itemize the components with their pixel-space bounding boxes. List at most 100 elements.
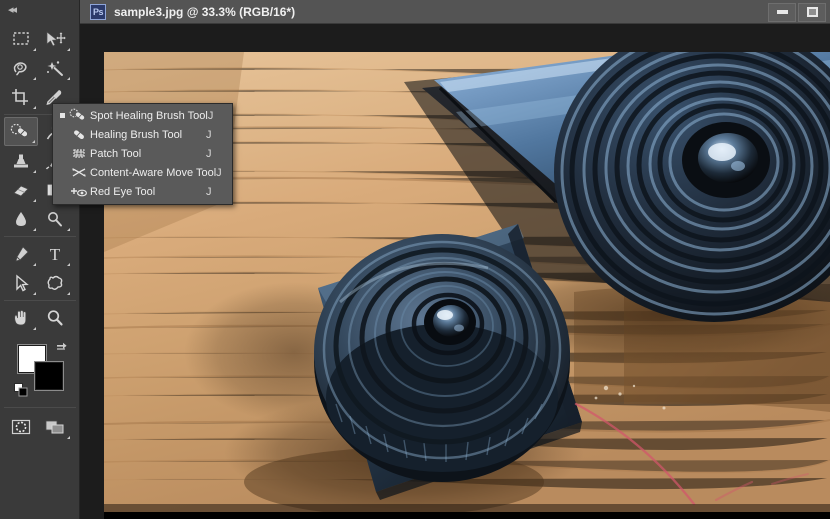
menu-item-shortcut: J xyxy=(216,166,222,179)
tool-group-selection xyxy=(4,22,76,115)
menu-item-patch-tool[interactable]: Patch Tool J xyxy=(53,144,232,163)
flyout-triangle-icon xyxy=(67,263,70,266)
move-tool[interactable] xyxy=(38,24,72,53)
tool-buttons-column: T xyxy=(4,22,76,441)
photoshop-window: Ps sample3.jpg @ 33.3% (RGB/16*) ◂◂ T Sp… xyxy=(0,0,830,519)
menu-item-shortcut: J xyxy=(206,185,212,198)
minimize-icon xyxy=(776,10,788,14)
background-color-swatch[interactable] xyxy=(35,362,63,390)
spot-healing-brush-tool[interactable] xyxy=(4,117,38,146)
tool-row xyxy=(4,303,76,332)
move-icon xyxy=(46,30,66,46)
crop-icon xyxy=(12,88,28,105)
healing-tools-flyout[interactable]: Spot Healing Brush Tool J Healing Brush … xyxy=(52,103,233,205)
window-controls xyxy=(766,2,826,22)
type-t-icon: T xyxy=(50,245,61,263)
hand-tool[interactable] xyxy=(4,303,38,332)
screen-mode-button[interactable] xyxy=(38,412,72,441)
type-tool[interactable]: T xyxy=(38,239,72,268)
flyout-triangle-icon xyxy=(33,327,36,330)
flyout-triangle-icon xyxy=(67,48,70,51)
selected-marker xyxy=(57,106,68,125)
lasso-tool[interactable] xyxy=(4,53,38,82)
pen-icon xyxy=(15,245,29,261)
flyout-triangle-icon xyxy=(67,228,70,231)
zoom-tool[interactable] xyxy=(38,303,72,332)
menu-item-label: Content-Aware Move Tool xyxy=(90,166,217,179)
waterdrop-icon xyxy=(16,211,26,226)
quick-selection-tool[interactable] xyxy=(38,53,72,82)
tool-group-vector: T xyxy=(4,237,76,301)
flyout-triangle-icon xyxy=(67,436,70,439)
menu-item-healing-brush-tool[interactable]: Healing Brush Tool J xyxy=(53,125,232,144)
tool-group-navigation xyxy=(4,301,76,335)
menu-item-label: Patch Tool xyxy=(90,147,142,160)
menu-item-spot-healing-brush-tool[interactable]: Spot Healing Brush Tool J xyxy=(53,106,232,125)
restore-button[interactable] xyxy=(798,2,826,22)
tool-row xyxy=(4,268,76,297)
flyout-triangle-icon xyxy=(33,228,36,231)
menu-item-shortcut: J xyxy=(207,109,214,122)
healing-brush-icon xyxy=(68,125,90,144)
lasso-icon xyxy=(13,61,27,76)
path-arrow-icon xyxy=(16,273,29,291)
flyout-triangle-icon xyxy=(67,77,70,80)
spot-healing-brush-icon xyxy=(68,106,90,125)
restore-icon xyxy=(806,7,818,17)
patch-icon xyxy=(68,144,90,163)
marquee-icon xyxy=(13,31,29,45)
clone-stamp-tool[interactable] xyxy=(4,146,38,175)
red-eye-icon xyxy=(68,182,90,201)
crop-tool[interactable] xyxy=(4,82,38,111)
mode-buttons xyxy=(4,407,76,441)
flyout-triangle-icon xyxy=(67,292,70,295)
custom-shape-tool[interactable] xyxy=(38,268,72,297)
pen-tool[interactable] xyxy=(4,239,38,268)
hand-icon xyxy=(14,309,27,325)
eraser-icon xyxy=(13,185,29,196)
flyout-triangle-icon xyxy=(33,170,36,173)
dodge-tool[interactable] xyxy=(38,204,72,233)
menu-item-label: Spot Healing Brush Tool xyxy=(90,109,208,122)
collapse-panel-icon[interactable]: ◂◂ xyxy=(8,5,17,16)
document-title-bar[interactable]: Ps sample3.jpg @ 33.3% (RGB/16*) xyxy=(80,0,830,24)
clone-stamp-icon xyxy=(14,154,28,167)
selected-marker-placeholder xyxy=(57,182,68,201)
default-colors-icon[interactable] xyxy=(14,383,28,397)
color-swatches xyxy=(4,339,76,401)
selected-marker-placeholder xyxy=(57,163,68,182)
minimize-button[interactable] xyxy=(768,2,796,22)
menu-item-label: Healing Brush Tool xyxy=(90,128,183,141)
flyout-triangle-icon xyxy=(33,48,36,51)
screen-mode-icon xyxy=(45,420,64,433)
tool-row: T xyxy=(4,239,76,268)
menu-item-shortcut: J xyxy=(206,128,212,141)
flyout-triangle-icon xyxy=(33,292,36,295)
magnifier-icon xyxy=(47,309,63,325)
tool-row xyxy=(4,24,76,53)
quick-mask-icon xyxy=(11,419,31,434)
shape-blob-icon xyxy=(47,275,63,290)
menu-item-red-eye-tool[interactable]: Red Eye Tool J xyxy=(53,182,232,201)
selected-marker-placeholder xyxy=(57,125,68,144)
eraser-tool[interactable] xyxy=(4,175,38,204)
magic-wand-icon xyxy=(47,60,63,76)
quick-mask-button[interactable] xyxy=(4,412,38,441)
svg-text:T: T xyxy=(50,245,61,263)
blur-tool[interactable] xyxy=(4,204,38,233)
tools-panel-header: ◂◂ xyxy=(0,0,79,22)
content-aware-move-icon xyxy=(68,163,90,182)
healing-brush-icon xyxy=(10,123,28,137)
menu-item-content-aware-move-tool[interactable]: Content-Aware Move Tool J xyxy=(53,163,232,182)
path-selection-tool[interactable] xyxy=(4,268,38,297)
flyout-triangle-icon xyxy=(33,199,36,202)
tool-row xyxy=(4,204,76,233)
tool-row xyxy=(4,53,76,82)
document-window xyxy=(80,24,830,519)
selected-marker-placeholder xyxy=(57,144,68,163)
menu-item-shortcut: J xyxy=(206,147,212,160)
photoshop-logo-icon: Ps xyxy=(90,3,106,20)
rectangular-marquee-tool[interactable] xyxy=(4,24,38,53)
swap-colors-icon[interactable] xyxy=(56,341,68,353)
menu-item-label: Red Eye Tool xyxy=(90,185,156,198)
